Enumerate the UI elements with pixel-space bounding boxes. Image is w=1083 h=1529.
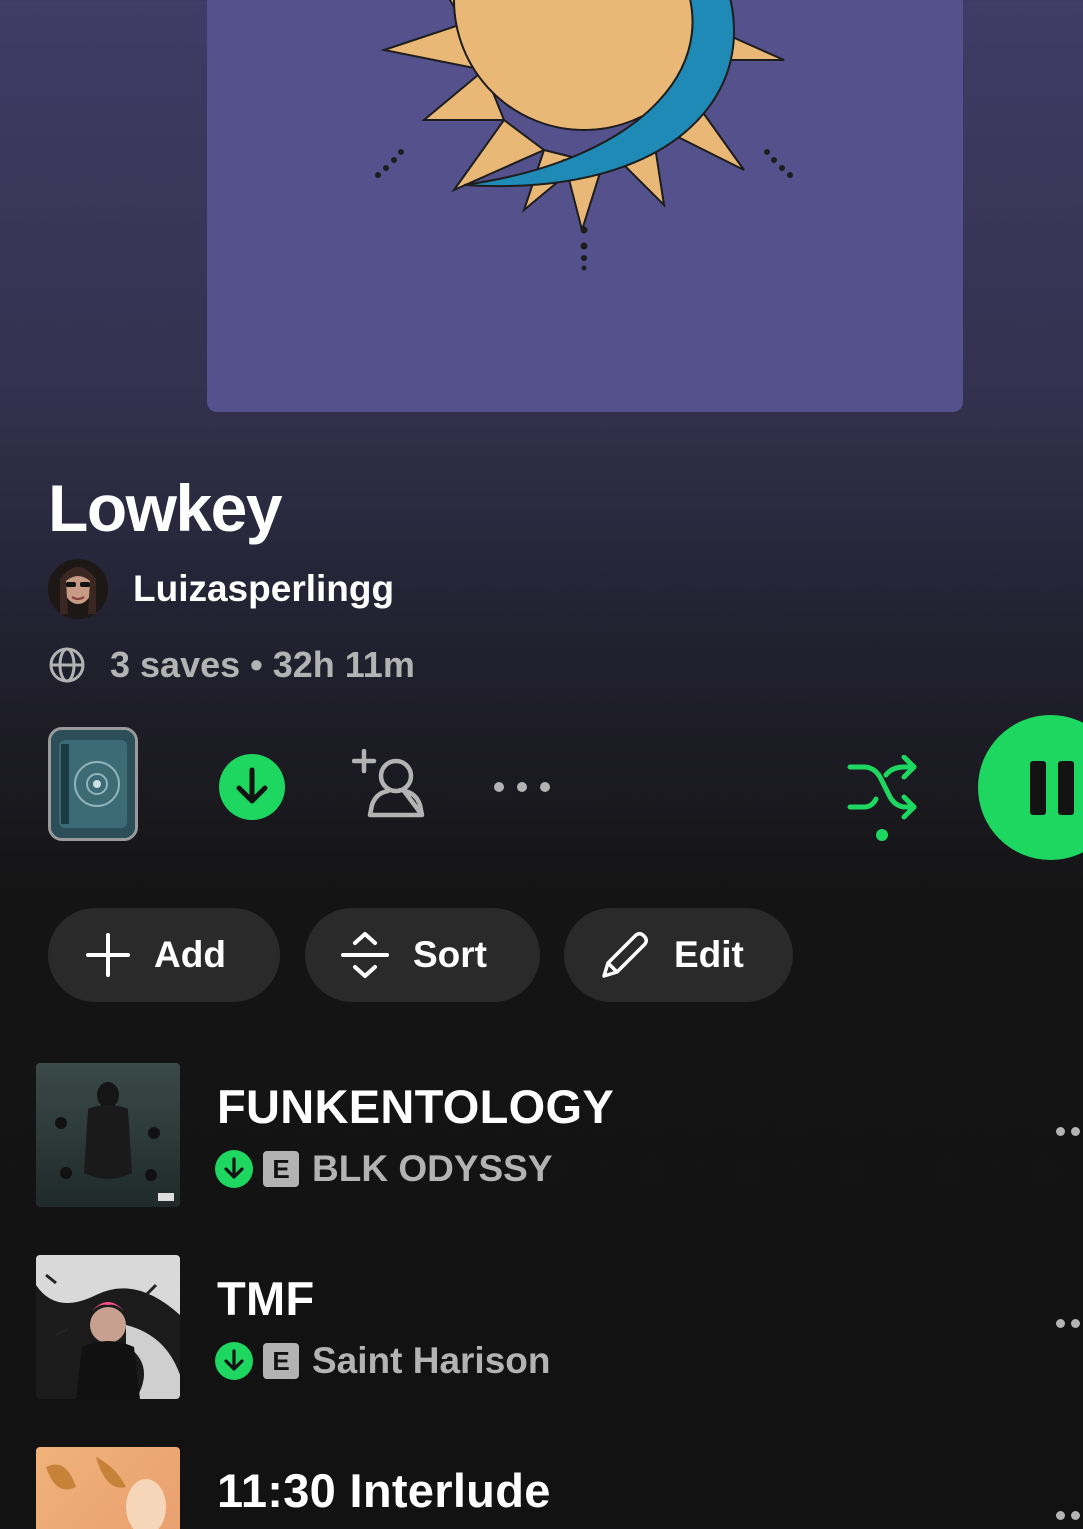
sort-button-label: Sort [413, 934, 487, 975]
track-more-icon[interactable] [1056, 1319, 1080, 1328]
playlist-controls [0, 715, 1083, 860]
downloaded-icon [215, 1342, 253, 1380]
track-more-icon[interactable] [1056, 1511, 1080, 1520]
explicit-badge: E [263, 1343, 299, 1379]
sort-icon [341, 932, 389, 978]
playlist-meta: 3 saves • 32h 11m [48, 642, 415, 688]
add-button[interactable]: Add [48, 908, 280, 1002]
more-icon[interactable] [492, 777, 552, 797]
owner-name[interactable]: Luizasperlingg [133, 568, 394, 610]
track-artwork [36, 1255, 180, 1399]
track-row[interactable]: FUNKENTOLOGY E BLK ODYSSY [0, 1063, 1083, 1208]
edit-button-label: Edit [674, 934, 744, 975]
add-button-label: Add [154, 934, 226, 975]
sun-moon-illustration [375, 0, 793, 271]
globe-icon [49, 647, 85, 683]
owner-avatar[interactable] [48, 559, 108, 619]
track-artist[interactable]: BLK ODYSSY [312, 1148, 553, 1190]
track-artist[interactable]: Saint Harison [312, 1340, 551, 1382]
add-user-icon[interactable] [352, 749, 430, 821]
track-title: 11:30 Interlude [217, 1464, 551, 1517]
download-icon[interactable] [218, 753, 286, 821]
sort-button[interactable]: Sort [305, 908, 540, 1002]
track-artwork [36, 1447, 180, 1529]
plus-icon [86, 933, 130, 977]
playlist-cover [207, 0, 963, 412]
track-subtitle: E Saint Harison [215, 1340, 551, 1382]
track-artwork [36, 1063, 180, 1207]
pause-icon [1030, 761, 1074, 815]
explicit-badge: E [263, 1151, 299, 1187]
track-title: FUNKENTOLOGY [217, 1080, 615, 1133]
track-row[interactable]: TMF E Saint Harison [0, 1255, 1083, 1400]
saves-duration: 3 saves • 32h 11m [110, 644, 415, 685]
playlist-title: Lowkey [48, 471, 283, 545]
track-subtitle: E BLK ODYSSY [215, 1148, 553, 1190]
shuffle-icon[interactable] [846, 755, 920, 843]
track-title: TMF [217, 1272, 315, 1325]
track-more-icon[interactable] [1056, 1127, 1080, 1136]
track-row[interactable]: 11:30 Interlude [0, 1447, 1083, 1529]
playlist-preview-thumbnail[interactable] [48, 727, 138, 841]
edit-button[interactable]: Edit [564, 908, 793, 1002]
pencil-icon [602, 931, 649, 978]
pause-button[interactable] [978, 715, 1083, 860]
owner-row[interactable]: Luizasperlingg [48, 558, 394, 620]
downloaded-icon [215, 1150, 253, 1188]
